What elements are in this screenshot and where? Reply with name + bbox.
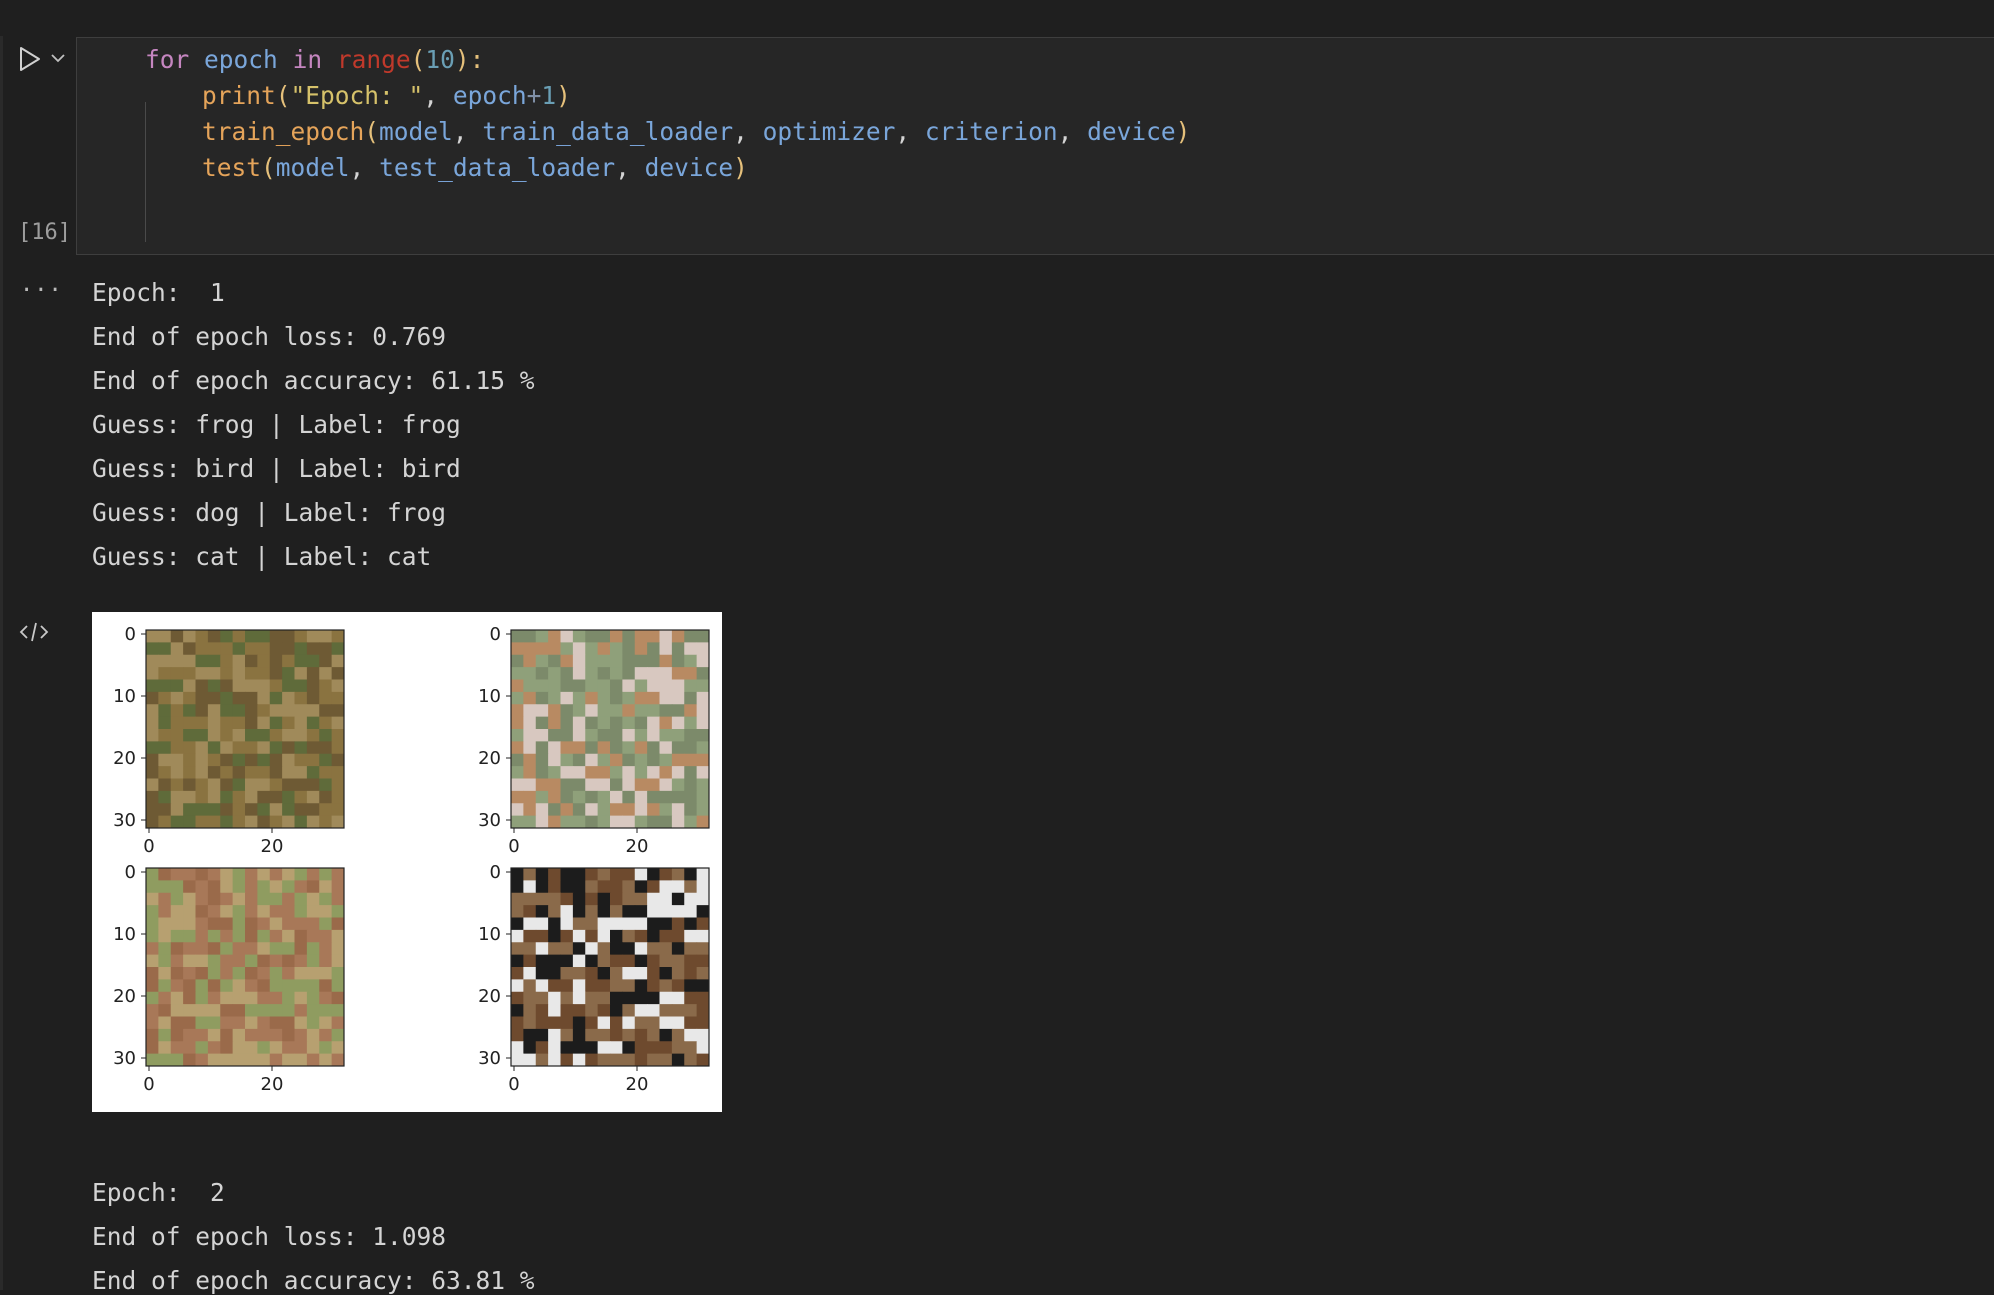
subplot-cat: 0 10 20 30 0 20: [478, 862, 710, 1095]
chevron-down-icon[interactable]: [48, 50, 68, 66]
output-line: Epoch: 1: [92, 278, 225, 307]
x-tick-label: 20: [626, 1074, 649, 1095]
output-figure: 0 10 20 30 0 20 0 10 20 30 0 20 0 10 20 30 0 20 0 10 20 30 0 20: [92, 612, 722, 1112]
code-token: 10: [425, 45, 455, 74]
x-tick-label: 20: [261, 836, 284, 857]
y-tick-label: 0: [490, 862, 501, 883]
code-token: ,: [349, 153, 380, 182]
more-horizontal-icon[interactable]: ···: [20, 278, 63, 303]
code-line: test(model, test_data_loader, device): [202, 150, 748, 186]
code-token: test: [202, 153, 262, 182]
y-tick-label: 20: [113, 986, 136, 1007]
top-bar: [0, 0, 1994, 36]
code-token: (: [261, 153, 276, 182]
y-tick-label: 0: [125, 862, 136, 883]
code-token: epoch: [204, 45, 278, 74]
code-token: model: [379, 117, 453, 146]
y-tick-label: 10: [478, 686, 501, 707]
code-token: ,: [615, 153, 645, 182]
subplot-frog: 0 10 20 30 0 20: [113, 862, 345, 1095]
code-cell-editor[interactable]: for epoch in range(10): print("Epoch: ",…: [76, 37, 1994, 255]
code-token: criterion: [924, 117, 1058, 146]
code-token: train_epoch: [202, 117, 365, 146]
output-line: End of epoch loss: 1.098: [92, 1222, 447, 1251]
code-token: model: [275, 153, 350, 182]
output-line: Guess: bird | Label: bird: [92, 454, 461, 483]
output-line: Guess: frog | Label: frog: [92, 410, 461, 439]
code-token: ,: [733, 117, 763, 146]
y-tick-label: 10: [113, 686, 136, 707]
execution-count: [16]: [18, 220, 71, 245]
output-line: End of epoch loss: 0.769: [92, 322, 447, 351]
y-tick-label: 0: [490, 624, 501, 645]
code-token: optimizer: [762, 117, 896, 146]
code-token: for: [145, 45, 190, 74]
indent-guide: [145, 102, 146, 242]
code-token: 1: [541, 81, 557, 110]
code-token: (: [364, 117, 380, 146]
x-tick-label: 20: [261, 1074, 284, 1095]
output-line: Guess: dog | Label: frog: [92, 498, 447, 527]
y-tick-label: 0: [125, 624, 136, 645]
output-line: Epoch: 2: [92, 1178, 225, 1207]
subplot-frog: 0 10 20 30 0 20: [113, 624, 345, 857]
y-tick-label: 20: [478, 748, 501, 769]
output-line: End of epoch accuracy: 63.81 %: [92, 1266, 535, 1295]
code-token: print: [202, 81, 276, 110]
code-token: ,: [1057, 117, 1088, 146]
code-token: epoch: [452, 81, 527, 110]
subplot-bird: 0 10 20 30 0 20: [478, 624, 710, 857]
code-token: test_data_loader: [379, 153, 616, 182]
code-icon[interactable]: [18, 618, 50, 646]
y-tick-label: 30: [113, 810, 136, 831]
code-line: print("Epoch: ", epoch+1): [202, 78, 571, 114]
y-tick-label: 20: [478, 986, 501, 1007]
y-tick-label: 30: [478, 810, 501, 831]
x-tick-label: 0: [508, 836, 519, 857]
code-token: ,: [452, 117, 483, 146]
code-token: ,: [895, 117, 925, 146]
code-token: ): [733, 153, 748, 182]
output-line: End of epoch accuracy: 61.15 %: [92, 366, 535, 395]
code-token: ): [1175, 117, 1191, 146]
code-line: for epoch in range(10):: [145, 42, 484, 78]
code-line: train_epoch(model, train_data_loader, op…: [202, 114, 1190, 150]
code-token: (: [275, 81, 291, 110]
code-token: train_data_loader: [482, 117, 734, 146]
code-token: +: [526, 81, 542, 110]
code-token: ,: [423, 81, 453, 110]
output-line: Guess: cat | Label: cat: [92, 542, 432, 571]
x-tick-label: 0: [143, 836, 154, 857]
code-token: device: [1087, 117, 1176, 146]
subplot-grid: 0 10 20 30 0 20 0 10 20 30 0 20 0 10 20 30 0 20 0 10 20 30 0 20: [113, 624, 710, 1095]
y-tick-label: 30: [113, 1048, 136, 1069]
code-token: ):: [454, 45, 485, 74]
y-tick-label: 10: [113, 924, 136, 945]
code-token: (: [410, 45, 426, 74]
x-tick-label: 0: [143, 1074, 154, 1095]
x-tick-label: 0: [508, 1074, 519, 1095]
code-token: in: [292, 45, 323, 74]
code-token: device: [644, 153, 734, 182]
code-token: "Epoch: ": [290, 81, 424, 110]
y-tick-label: 30: [478, 1048, 501, 1069]
y-tick-label: 20: [113, 748, 136, 769]
code-token: ): [556, 81, 571, 110]
x-tick-label: 20: [626, 836, 649, 857]
y-tick-label: 10: [478, 924, 501, 945]
gutter-border: [0, 36, 3, 1290]
code-token: range: [336, 45, 411, 74]
run-icon[interactable]: [14, 44, 44, 74]
